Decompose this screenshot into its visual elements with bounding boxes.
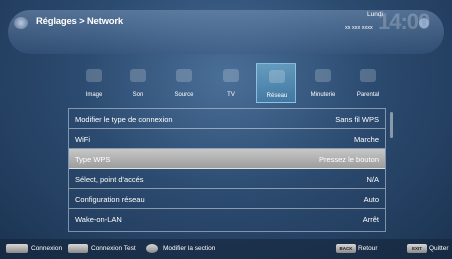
date-label: xx xxx xxxx bbox=[345, 25, 373, 31]
tab-timer[interactable]: Minuterie bbox=[303, 63, 343, 103]
tab-label: Réseau bbox=[266, 93, 288, 99]
tab-source[interactable]: Source bbox=[164, 63, 204, 103]
footer-connexion-test: Connexion Test bbox=[91, 245, 136, 252]
setting-label: WiFi bbox=[75, 135, 90, 144]
network-icon bbox=[269, 70, 285, 83]
parental-icon bbox=[360, 69, 376, 82]
tab-label: Parental bbox=[356, 92, 380, 98]
green-key-icon bbox=[68, 244, 88, 253]
setting-row-connection-type[interactable]: Modifier le type de connexion Sans fil W… bbox=[69, 109, 385, 129]
setting-label: Sélect, point d'accés bbox=[75, 175, 144, 184]
tab-label: Source bbox=[174, 92, 194, 98]
setting-value: Auto bbox=[363, 195, 379, 204]
exit-key: EXIT bbox=[407, 244, 427, 253]
brand-logo-icon bbox=[14, 17, 28, 29]
tab-network[interactable]: Réseau bbox=[256, 63, 296, 103]
footer-back: Retour bbox=[358, 245, 378, 252]
setting-value: Marche bbox=[353, 135, 379, 144]
image-icon bbox=[86, 69, 102, 82]
setting-label: Type WPS bbox=[75, 155, 111, 164]
tab-label: Son bbox=[132, 92, 144, 98]
footer-quit: Quitter bbox=[429, 245, 449, 252]
breadcrumb: Réglages > Network bbox=[36, 16, 123, 27]
footer-modify: Modifier la section bbox=[163, 245, 216, 252]
setting-value: N/A bbox=[366, 175, 379, 184]
dpad-icon bbox=[146, 244, 158, 253]
setting-row-network-config[interactable]: Configuration réseau Auto bbox=[69, 189, 385, 209]
red-key-icon bbox=[6, 244, 28, 253]
tab-tv[interactable]: TV bbox=[211, 63, 251, 103]
back-key: BACK bbox=[336, 244, 356, 253]
setting-label: Modifier le type de connexion bbox=[75, 115, 173, 124]
timer-icon bbox=[315, 69, 331, 82]
tab-parental[interactable]: Parental bbox=[348, 63, 388, 103]
setting-value: Arrêt bbox=[362, 215, 379, 224]
sound-icon bbox=[130, 69, 146, 82]
footer-connexion: Connexion bbox=[31, 245, 63, 252]
setting-row-wifi[interactable]: WiFi Marche bbox=[69, 129, 385, 149]
tv-icon bbox=[223, 69, 239, 82]
status-dot-icon bbox=[419, 18, 429, 28]
tab-image[interactable]: Image bbox=[74, 63, 114, 103]
scrollbar[interactable] bbox=[390, 112, 393, 138]
footer-bar: Connexion Connexion Test Modifier la sec… bbox=[0, 239, 452, 259]
source-icon bbox=[176, 69, 192, 82]
setting-row-wake-on-lan[interactable]: Wake-on-LAN Arrêt bbox=[69, 209, 385, 229]
setting-value: Pressez le bouton bbox=[318, 155, 379, 164]
setting-row-wps-type[interactable]: Type WPS Pressez le bouton bbox=[69, 149, 385, 169]
setting-row-access-point[interactable]: Sélect, point d'accés N/A bbox=[69, 169, 385, 189]
tab-label: Minuterie bbox=[310, 92, 336, 98]
setting-label: Configuration réseau bbox=[75, 195, 145, 204]
setting-value: Sans fil WPS bbox=[335, 115, 379, 124]
tab-label: TV bbox=[227, 92, 235, 98]
setting-label: Wake-on-LAN bbox=[75, 215, 122, 224]
tab-label: Image bbox=[85, 92, 103, 98]
tab-sound[interactable]: Son bbox=[118, 63, 158, 103]
